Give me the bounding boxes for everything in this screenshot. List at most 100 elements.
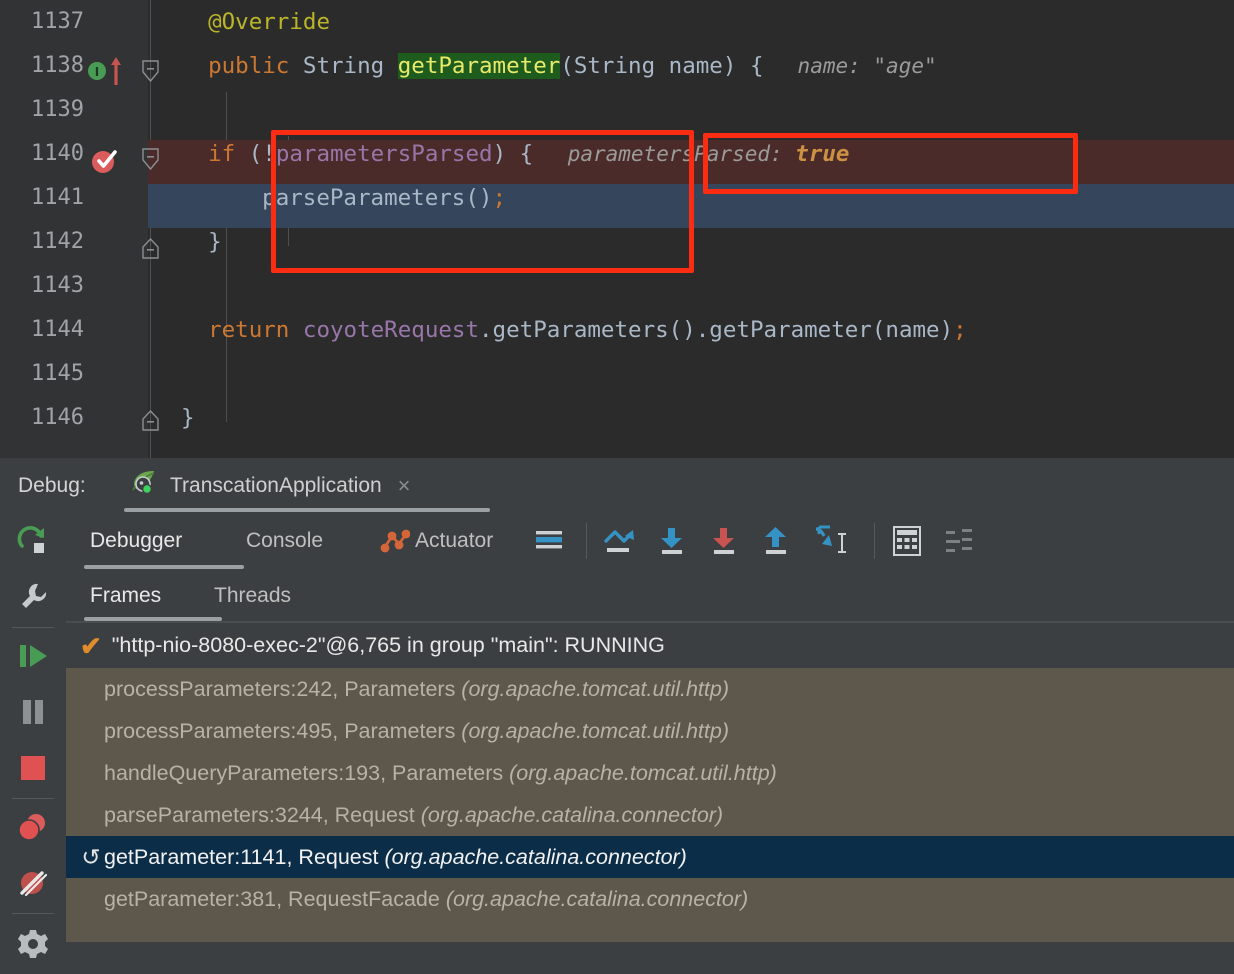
run-configuration-tab[interactable]: TranscationApplication × bbox=[130, 458, 411, 513]
code-line[interactable]: 1139 bbox=[0, 88, 1234, 132]
subtab-frames[interactable]: Frames bbox=[90, 569, 161, 623]
close-icon[interactable]: × bbox=[398, 474, 411, 497]
frame-label: parseParameters:3244, Request (org.apach… bbox=[104, 803, 723, 828]
run-configuration-name: TranscationApplication bbox=[170, 473, 382, 497]
settings-button[interactable] bbox=[0, 918, 66, 974]
code-token: public bbox=[208, 53, 303, 79]
thread-row[interactable]: ✔ "http-nio-8080-exec-2"@6,765 in group … bbox=[66, 623, 1234, 668]
breakpoint-verified-icon[interactable] bbox=[90, 146, 120, 181]
inline-hint-value: true bbox=[795, 141, 850, 167]
code-token: coyoteRequest bbox=[302, 317, 480, 343]
frame-method: processParameters:495, Parameters bbox=[104, 718, 462, 743]
frame-row[interactable]: processParameters:495, Parameters (org.a… bbox=[66, 710, 1234, 752]
inline-hint-name: parametersParsed: bbox=[567, 142, 796, 166]
code-text[interactable]: return coyoteRequest.getParameters().get… bbox=[208, 308, 967, 352]
resume-program-button[interactable] bbox=[0, 630, 66, 686]
frame-method: handleQueryParameters:193, Parameters bbox=[104, 760, 510, 785]
line-number: 1141 bbox=[31, 185, 84, 210]
inline-debug-hint[interactable]: parametersParsed: true bbox=[568, 132, 850, 176]
overriding-method-arrow-icon[interactable] bbox=[108, 55, 124, 92]
toolbar-divider bbox=[874, 523, 875, 559]
implemented-method-icon[interactable]: I bbox=[86, 60, 108, 87]
frames-threads-tabs[interactable]: Frames Threads bbox=[66, 569, 1234, 623]
spring-boot-leaf-icon bbox=[130, 469, 160, 502]
code-token: @Override bbox=[208, 9, 330, 35]
line-number: 1137 bbox=[31, 9, 84, 34]
code-token: parseParameters bbox=[262, 185, 466, 211]
frame-method: getParameter:381, RequestFacade bbox=[104, 886, 446, 911]
line-number: 1138 bbox=[31, 53, 84, 78]
code-token: .getParameters().getParameter(name) bbox=[479, 317, 954, 343]
frame-package: (org.apache.tomcat.util.http) bbox=[461, 718, 729, 743]
view-breakpoints-button[interactable] bbox=[0, 801, 66, 857]
debug-label: Debug: bbox=[18, 474, 86, 497]
frame-row[interactable]: parseParameters:3244, Request (org.apach… bbox=[66, 794, 1234, 836]
force-step-into-icon[interactable] bbox=[812, 524, 846, 558]
code-token: String bbox=[302, 53, 398, 79]
edit-configurations-button[interactable] bbox=[0, 571, 66, 627]
tab-console[interactable]: Console bbox=[246, 513, 323, 569]
code-editor[interactable]: 1137 @Override 1138 public String getParame… bbox=[0, 0, 1234, 458]
tab-debugger[interactable]: Debugger bbox=[90, 513, 182, 569]
code-text[interactable]: } bbox=[181, 396, 195, 440]
mute-breakpoints-button[interactable] bbox=[0, 857, 66, 913]
debug-tool-window[interactable]: Debug: TranscationApplication × Debugger… bbox=[0, 458, 1234, 958]
calculator-icon[interactable] bbox=[890, 524, 924, 558]
code-line[interactable]: 1143 bbox=[0, 264, 1234, 308]
pause-program-button[interactable] bbox=[0, 686, 66, 742]
fold-marker-end-icon[interactable] bbox=[141, 238, 159, 260]
frame-label: getParameter:381, RequestFacade (org.apa… bbox=[104, 887, 748, 912]
frame-row[interactable]: processParameters:242, Parameters (org.a… bbox=[66, 668, 1234, 710]
inline-hint-name: name: bbox=[797, 54, 874, 78]
code-line[interactable]: 1144 return coyoteRequest.getParameters()… bbox=[0, 308, 1234, 352]
layout-lines-icon[interactable] bbox=[532, 524, 566, 558]
frame-row[interactable]: getParameter:381, RequestFacade (org.apa… bbox=[66, 878, 1234, 920]
code-token: parametersParsed bbox=[275, 141, 493, 167]
fold-marker-end-icon[interactable] bbox=[141, 410, 159, 432]
frame-method: processParameters:242, Parameters bbox=[104, 676, 462, 701]
frame-row-selected[interactable]: ↺ getParameter:1141, Request (org.apache.… bbox=[66, 836, 1234, 878]
code-line[interactable]: 1138 public String getParameter(String na… bbox=[0, 44, 1234, 88]
inline-debug-hint[interactable]: name: "age" bbox=[798, 44, 937, 88]
subtab-threads[interactable]: Threads bbox=[214, 569, 291, 623]
frame-label: processParameters:242, Parameters (org.a… bbox=[104, 677, 729, 702]
code-text[interactable]: public String getParameter(String name) … bbox=[208, 44, 764, 88]
frames-list[interactable]: ✔ "http-nio-8080-exec-2"@6,765 in group … bbox=[66, 623, 1234, 942]
code-line[interactable]: 1142} bbox=[0, 220, 1234, 264]
line-number: 1143 bbox=[31, 273, 84, 298]
stop-button[interactable] bbox=[0, 742, 66, 798]
code-line[interactable]: 1137 @Override bbox=[0, 0, 1234, 44]
fold-marker-collapse-icon[interactable] bbox=[141, 60, 159, 83]
code-token: (String name) { bbox=[560, 53, 764, 79]
code-line[interactable]: 1140 if (!parametersParsed) {parametersPa… bbox=[0, 132, 1234, 176]
resume-play-icon bbox=[16, 640, 50, 677]
trace-icon[interactable] bbox=[942, 524, 976, 558]
code-text[interactable]: if (!parametersParsed) { bbox=[208, 132, 533, 176]
pause-icon bbox=[19, 697, 47, 732]
code-line[interactable]: 1141 parseParameters(); bbox=[0, 176, 1234, 220]
tab-actuator[interactable]: Actuator bbox=[415, 513, 493, 569]
step-over-icon[interactable] bbox=[655, 524, 689, 558]
code-text[interactable]: parseParameters(); bbox=[262, 176, 506, 220]
rerun-button[interactable] bbox=[0, 515, 66, 571]
code-text[interactable]: } bbox=[208, 220, 222, 264]
sidebar-divider bbox=[12, 913, 54, 914]
step-into-icon[interactable] bbox=[707, 524, 741, 558]
line-number: 1142 bbox=[31, 229, 84, 254]
debug-sidebar[interactable] bbox=[0, 513, 67, 958]
debug-titlebar: Debug: TranscationApplication × bbox=[0, 458, 1234, 514]
frame-method: getParameter:1141, Request bbox=[104, 844, 385, 869]
mute-breakpoints-icon bbox=[17, 868, 49, 903]
step-out-icon[interactable] bbox=[759, 524, 793, 558]
actuator-icon bbox=[380, 527, 411, 560]
frame-row[interactable]: handleQueryParameters:193, Parameters (o… bbox=[66, 752, 1234, 794]
thread-description: "http-nio-8080-exec-2"@6,765 in group "m… bbox=[111, 633, 665, 657]
line-number: 1139 bbox=[31, 97, 84, 122]
code-text[interactable]: @Override bbox=[208, 0, 330, 44]
fold-marker-collapse-icon[interactable] bbox=[141, 148, 159, 171]
code-line[interactable]: 1145 bbox=[0, 352, 1234, 396]
code-line[interactable]: 1146} bbox=[0, 396, 1234, 440]
show-execution-point-icon[interactable] bbox=[603, 524, 637, 558]
active-tab-underline bbox=[124, 508, 490, 512]
debugger-tabs[interactable]: Debugger Console Actuator bbox=[66, 513, 1234, 569]
